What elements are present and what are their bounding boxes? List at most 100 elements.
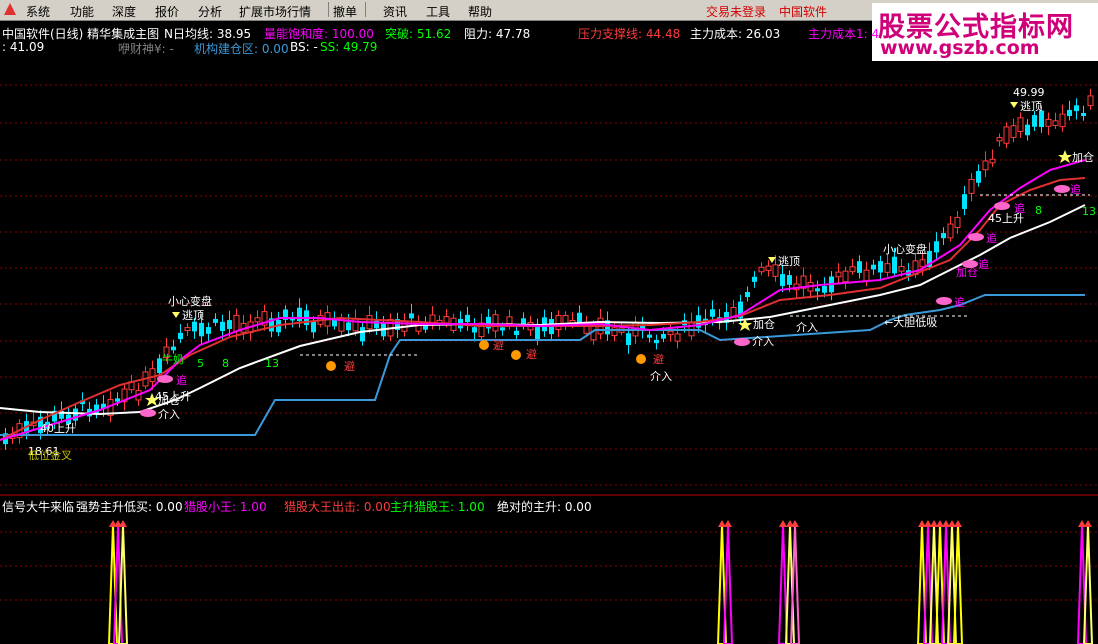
signal-markers (140, 102, 1072, 417)
signal-arrow-icon (791, 520, 799, 527)
candle-body (780, 274, 785, 286)
candle-body (465, 314, 470, 323)
candle-body (149, 368, 156, 383)
label-up40: 40上升 (40, 422, 76, 435)
chase-lips-icon (994, 202, 1010, 210)
chase-lips-icon (734, 338, 750, 346)
indicator-label-3: 猎股小王: 1.00 (184, 500, 267, 514)
candle-body (178, 332, 183, 340)
escape-triangle-icon (1010, 102, 1018, 108)
escape-triangle-icon (768, 257, 776, 263)
candle-body (745, 292, 750, 298)
candle-body (514, 330, 519, 336)
bs-value: BS: - (290, 40, 318, 54)
candle-body (535, 327, 540, 340)
label-bottom-cross: 低位金叉 (28, 448, 72, 462)
candle-body (506, 316, 513, 324)
chase-lips-icon (1054, 185, 1070, 193)
indicator-label-5: 主升猎股王: 1.00 (390, 500, 485, 514)
watermark-url: www.gszb.com (880, 37, 1040, 59)
label-intervene-2: 介入 (796, 321, 818, 334)
avoid-coin-icon (479, 340, 489, 350)
label-caution-2: 小心变盘 (883, 242, 927, 256)
avoid-coin-icon (511, 350, 521, 360)
candle-body (863, 269, 870, 282)
signal-spike (1082, 524, 1094, 644)
label-avoid-1: 避 (344, 359, 355, 373)
candle-body (667, 330, 674, 336)
candle-body (878, 261, 883, 273)
label-escape-1: 逃顶 (182, 309, 204, 322)
candle-body (954, 216, 961, 229)
label-chase-1: 追 (176, 373, 187, 387)
indicator-label-2: 强势主升低买: 0.00 (76, 500, 183, 514)
label-chase-5: 追 (1014, 201, 1025, 215)
chase-lips-icon (962, 260, 978, 268)
candle-body (1087, 95, 1094, 107)
add-star-icon (1058, 150, 1072, 163)
candle-body (1025, 124, 1030, 136)
candle-body (492, 314, 499, 332)
candle-body (835, 271, 842, 278)
label-add-1: 加仓 (158, 393, 180, 407)
institution-zone: 机构建仓区: 0.00 (194, 42, 289, 56)
candle-body (297, 307, 302, 322)
candle-body (199, 322, 204, 337)
candle-body (611, 327, 618, 337)
label-n13: 13 (265, 357, 279, 370)
candle-body (871, 264, 876, 270)
candle-body (1003, 126, 1010, 144)
chase-lips-icon (968, 233, 984, 241)
pressure-support: 压力支撑线: 44.48 (578, 27, 681, 41)
watermark: 股票公式指标网 www.gszb.com (872, 3, 1098, 61)
signal-arrow-icon (954, 520, 962, 527)
label-avoid-4: 避 (653, 352, 664, 366)
candle-body (254, 317, 261, 323)
candle-body (982, 160, 989, 171)
label-m8: 8 (1035, 204, 1042, 217)
candle-body (1067, 109, 1072, 117)
indicator-label-6: 绝对的主升: 0.00 (497, 500, 592, 514)
breakout-value: 突破: 51.62 (385, 27, 452, 41)
candle-body (661, 333, 666, 339)
candle-body (787, 275, 792, 285)
candle-body (947, 223, 954, 239)
label-escape-2: 逃顶 (778, 255, 800, 268)
signal-arrow-icon (1084, 520, 1092, 527)
candle-body (1081, 112, 1086, 117)
signal-arrow-icon (779, 520, 787, 527)
candle-body (815, 288, 820, 292)
label-enter-2: 介入 (752, 335, 774, 348)
escape-triangle-icon (172, 312, 180, 318)
label-intervene-1: 介入 (650, 370, 672, 383)
chart-annotations: 小心变盘 逃顶 45上升 40上升 18.61 低位金叉 追 加仓 介入 牛奶 … (28, 86, 1096, 462)
candle-body (1032, 115, 1037, 127)
candle-body (171, 346, 176, 351)
label-escape-3: 逃顶 (1020, 100, 1042, 113)
candle-body (710, 309, 715, 317)
label-avoid-2: 避 (493, 338, 504, 352)
candle-body (206, 327, 211, 334)
candle-body (898, 266, 905, 272)
candle-body (752, 276, 757, 282)
candle-body (192, 321, 197, 332)
candle-body (443, 316, 450, 324)
candle-body (184, 327, 191, 332)
label-add-4: 加仓 (1072, 150, 1094, 164)
candle-body (996, 137, 1003, 142)
label-milk: 牛奶 (162, 352, 184, 366)
chase-lips-icon (157, 375, 173, 383)
kline-chart: 小心变盘 逃顶 45上升 40上升 18.61 低位金叉 追 加仓 介入 牛奶 … (0, 84, 1098, 644)
indicator-label-4: 猎股大王出击: 0.00 (284, 500, 391, 514)
candle-body (758, 266, 765, 273)
candle-body (989, 158, 996, 164)
label-bold-low: ←大胆低吸 (884, 315, 937, 329)
candle-body (962, 194, 967, 209)
chase-lips-icon (140, 409, 156, 417)
candle-body (626, 333, 631, 346)
signal-arrow-icon (119, 520, 127, 527)
candle-body (968, 178, 975, 194)
label-chase-2: 追 (954, 295, 965, 309)
candle-body (822, 286, 827, 293)
label-enter-1: 介入 (158, 408, 180, 421)
